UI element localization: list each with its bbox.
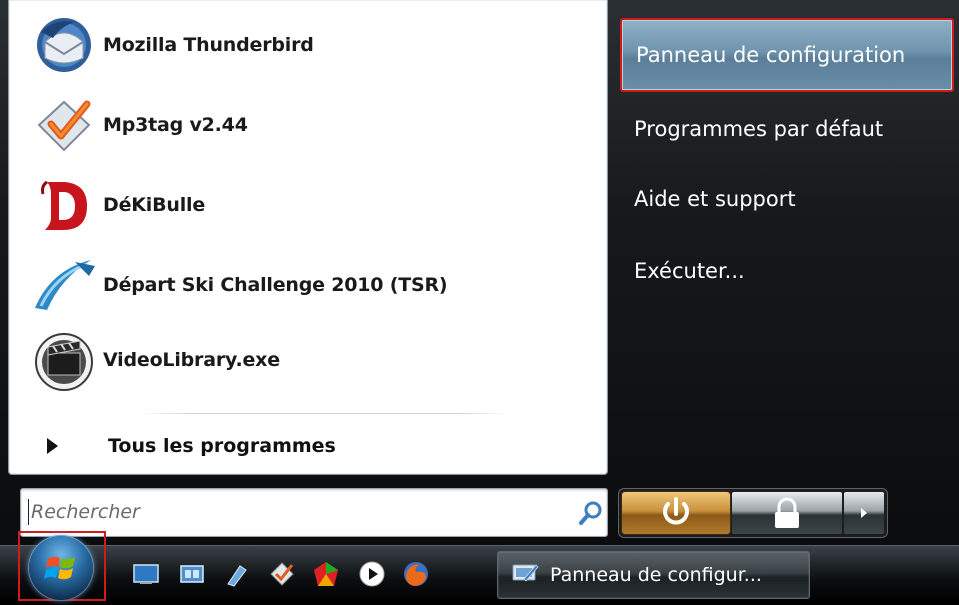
taskbar-button-label: Panneau de configur... [550,564,762,586]
text-caret [28,499,29,525]
all-programs-button[interactable]: Tous les programmes [39,428,559,464]
ski-challenge-icon [31,252,97,318]
control-panel-icon [510,559,540,591]
thunderbird-icon [31,12,97,78]
power-button[interactable] [621,491,731,535]
program-item-dekibulle[interactable]: DéKiBulle [31,170,591,240]
program-label: VideoLibrary.exe [103,349,280,371]
control-panel-item[interactable]: Panneau de configuration [620,18,954,92]
right-item-label: Panneau de configuration [636,43,906,67]
programs-panel: Mozilla Thunderbird Mp3tag v2.44 DéKiBul… [8,0,608,475]
windows-logo-icon [28,535,94,601]
lock-icon [775,497,799,528]
start-menu: Mozilla Thunderbird Mp3tag v2.44 DéKiBul… [0,0,959,545]
program-item-ski-challenge[interactable]: Départ Ski Challenge 2010 (TSR) [31,250,591,320]
program-label: Mp3tag v2.44 [103,114,248,136]
all-programs-label: Tous les programmes [108,435,336,457]
power-controls [618,488,888,538]
default-programs-item[interactable]: Programmes par défaut [620,98,954,160]
taskbar-button-control-panel[interactable]: Panneau de configur... [497,551,810,599]
program-label: DéKiBulle [103,194,206,216]
shutdown-options-button[interactable] [843,491,885,535]
program-label: Départ Ski Challenge 2010 (TSR) [103,274,448,296]
dekibulle-icon [31,172,97,238]
mp3tag-icon [31,92,97,158]
separator [139,413,511,414]
tool-icon[interactable] [222,560,250,588]
switch-windows-icon[interactable] [178,560,206,588]
chevron-right-icon [861,508,867,518]
arrow-right-icon [47,438,58,454]
search-icon[interactable] [577,499,605,527]
mp3tag-icon[interactable] [268,560,296,588]
program-item-video-library[interactable]: VideoLibrary.exe [31,325,591,395]
right-item-label: Exécuter... [634,259,745,283]
video-library-icon [31,327,97,393]
start-button[interactable] [18,531,106,601]
right-item-label: Aide et support [634,187,796,211]
program-item-mp3tag[interactable]: Mp3tag v2.44 [31,90,591,160]
power-icon [663,497,689,525]
colorful-app-icon[interactable] [312,560,340,588]
help-support-item[interactable]: Aide et support [620,168,954,230]
program-label: Mozilla Thunderbird [103,34,314,56]
right-item-label: Programmes par défaut [634,117,884,141]
run-item[interactable]: Exécuter... [620,240,954,302]
firefox-icon[interactable] [402,560,430,588]
search-input[interactable] [27,497,561,527]
media-player-icon[interactable] [358,560,386,588]
show-desktop-icon[interactable] [132,560,160,588]
program-item-thunderbird[interactable]: Mozilla Thunderbird [31,10,591,80]
search-box [20,488,608,537]
lock-button[interactable] [731,491,843,535]
